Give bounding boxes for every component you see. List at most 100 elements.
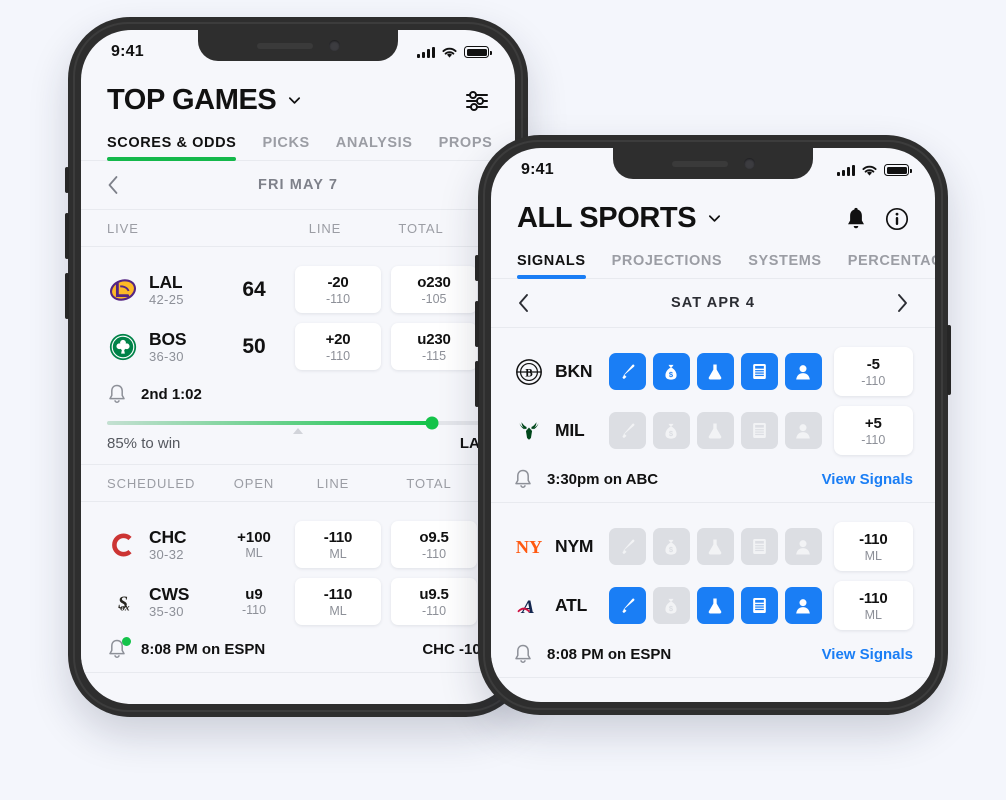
moneyline-odd-button[interactable]: -110 ML (833, 581, 913, 630)
game-clock: 2nd 1:02 (141, 385, 202, 403)
phone2-signal-game-card[interactable]: B BKN $ -5 -110 MIL $ +5 -110 3:30pm on … (491, 328, 935, 503)
phone2-power-button[interactable] (947, 325, 951, 395)
status-icons (417, 46, 492, 59)
table-row[interactable]: B BKN $ -5 -110 (491, 342, 935, 401)
tab-picks[interactable]: PICKS (262, 135, 309, 160)
phone1-date-nav: FRI MAY 7 (81, 161, 515, 210)
phone1-scheduled-game-card[interactable]: CHC 30-32 +100 ML -110 ML o9.5 -110 S ox… (81, 502, 515, 673)
phone-2-frame: 9:41 ALL SPORTS SIGNALS PROJECTIONS SYST… (475, 135, 951, 715)
person-icon[interactable] (784, 353, 822, 390)
team-abbr: MIL (555, 420, 585, 440)
team-record: 35-30 (149, 604, 184, 620)
bell-icon[interactable] (513, 643, 539, 665)
table-row[interactable]: BOS 36-30 50 +20 -110 u230 -115 (81, 318, 515, 375)
knife-icon[interactable] (608, 587, 646, 624)
person-icon[interactable] (784, 528, 822, 565)
odd-value: -110 (323, 529, 353, 546)
colhead-live: LIVE (107, 221, 139, 236)
total-odd-button[interactable]: u230 -115 (391, 323, 477, 370)
calculator-icon[interactable] (740, 528, 778, 565)
line-odd-button[interactable]: +20 -110 (295, 323, 381, 370)
chevron-left-icon[interactable] (517, 293, 531, 313)
table-row[interactable]: NY NYM $ -110 ML (491, 517, 935, 576)
tab-signals[interactable]: SIGNALS (517, 253, 586, 279)
bell-icon[interactable] (845, 207, 867, 231)
phone2-signal-game-card[interactable]: NY NYM $ -110 ML A ATL $ -110 ML 8:08 PM… (491, 503, 935, 678)
bell-icon[interactable] (513, 468, 539, 490)
line-odd-button[interactable]: -110 ML (295, 578, 381, 625)
calculator-icon[interactable] (740, 587, 778, 624)
svg-text:NY: NY (515, 537, 542, 557)
view-signals-link[interactable]: View Signals (822, 646, 913, 663)
spread-odd-button[interactable]: +5 -110 (833, 406, 913, 455)
chevron-left-icon[interactable] (107, 175, 120, 195)
tab-scores-and-odds[interactable]: SCORES & ODDS (107, 135, 237, 161)
knife-icon[interactable] (608, 528, 646, 565)
table-row[interactable]: A ATL $ -110 ML (491, 576, 935, 635)
calculator-icon[interactable] (740, 353, 778, 390)
table-row[interactable]: LAL 42-25 64 -20 -110 o230 -105 (81, 261, 515, 318)
money-bag-icon[interactable]: $ (652, 528, 690, 565)
table-row[interactable]: MIL $ +5 -110 (491, 401, 935, 460)
moneyline-odd-button[interactable]: -110 ML (833, 522, 913, 571)
winbar-labels: 85% to win LAL (107, 435, 489, 452)
phone1-volume-up-button[interactable] (65, 213, 69, 259)
odd-juice: -115 (421, 349, 447, 363)
win-probability-bar[interactable]: 85% to win LAL (81, 405, 515, 452)
flask-icon[interactable] (696, 528, 734, 565)
knife-icon[interactable] (608, 412, 646, 449)
odd-value: -20 (327, 274, 349, 291)
total-odd-button[interactable]: o230 -105 (391, 266, 477, 313)
bell-icon[interactable] (107, 637, 133, 660)
tab-percentages[interactable]: PERCENTAGES (848, 253, 935, 278)
phone2-mute-button[interactable] (475, 255, 479, 281)
total-odd-button[interactable]: o9.5 -110 (391, 521, 477, 568)
phone1-scheduled-column-headers: SCHEDULED OPEN LINE TOTAL (81, 465, 515, 502)
info-circle-icon[interactable] (885, 207, 909, 231)
table-row[interactable]: S ox CWS 35-30 u9 -110 -110 ML u9.5 -110 (81, 573, 515, 630)
phone2-game2-footer: 8:08 PM on ESPN View Signals (491, 635, 935, 665)
money-bag-icon[interactable]: $ (652, 587, 690, 624)
table-row[interactable]: CHC 30-32 +100 ML -110 ML o9.5 -110 (81, 516, 515, 573)
team-abbr: ATL (555, 595, 588, 615)
bell-icon[interactable] (107, 383, 133, 405)
phone1-live-game-card[interactable]: LAL 42-25 64 -20 -110 o230 -105 BOS 36-3… (81, 247, 515, 465)
flask-icon[interactable] (696, 412, 734, 449)
total-odd-button[interactable]: u9.5 -110 (391, 578, 477, 625)
colhead-open: OPEN (233, 476, 275, 491)
flask-icon[interactable] (696, 353, 734, 390)
odd-value: u230 (417, 331, 451, 348)
spread-odd-button[interactable]: -5 -110 (833, 347, 913, 396)
tab-props[interactable]: PROPS (439, 135, 493, 160)
money-bag-icon[interactable]: $ (652, 412, 690, 449)
odd-juice: -110 (325, 349, 351, 363)
phone1-volume-down-button[interactable] (65, 273, 69, 319)
winbar-knob[interactable] (425, 416, 439, 430)
phone2-volume-down-button[interactable] (475, 361, 479, 407)
tab-projections[interactable]: PROJECTIONS (612, 253, 723, 278)
line-odd-button[interactable]: -110 ML (295, 521, 381, 568)
phone2-title-dropdown[interactable]: ALL SPORTS (517, 202, 722, 235)
winbar-track (107, 416, 489, 434)
person-icon[interactable] (784, 587, 822, 624)
signal-chip-group: $ (608, 528, 822, 565)
line-odd-button[interactable]: -20 -110 (295, 266, 381, 313)
sliders-filter-icon[interactable] (465, 90, 489, 112)
money-bag-icon[interactable]: $ (652, 353, 690, 390)
open-line-cell: +100 ML (223, 529, 285, 560)
flask-icon[interactable] (696, 587, 734, 624)
tab-systems[interactable]: SYSTEMS (748, 253, 822, 278)
team-abbr: CHC (149, 526, 187, 547)
tab-analysis[interactable]: ANALYSIS (336, 135, 413, 160)
calculator-icon[interactable] (740, 412, 778, 449)
phone1-title-dropdown[interactable]: TOP GAMES (107, 84, 302, 117)
odd-juice: -110 (421, 604, 447, 618)
chevron-right-icon[interactable] (895, 293, 909, 313)
phone2-header-actions (845, 207, 909, 231)
phone2-volume-up-button[interactable] (475, 301, 479, 347)
view-signals-link[interactable]: View Signals (822, 471, 913, 488)
knife-icon[interactable] (608, 353, 646, 390)
person-icon[interactable] (784, 412, 822, 449)
phone1-mute-button[interactable] (65, 167, 69, 193)
team-name-block: BOS 36-30 (149, 329, 223, 364)
